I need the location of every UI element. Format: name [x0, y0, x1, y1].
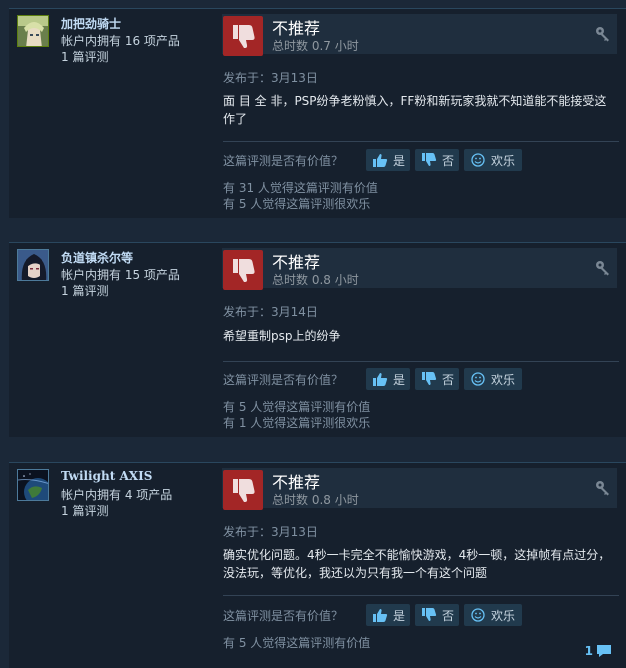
playtime-hours: 总时数 0.8 小时	[272, 273, 359, 287]
persona-name[interactable]: 加把劲骑士	[61, 15, 121, 32]
helpful-question: 这篇评测是否有价值？	[223, 609, 344, 623]
review-text: 面 目 全 非，PSP纷争老粉慎入，FF粉和新玩家我就不知道能不能接受这作了	[223, 94, 607, 126]
posted-date: 发布于：3月13日	[223, 71, 318, 85]
vote-no-button[interactable]: 否	[415, 604, 459, 626]
vote-funny-label: 欢乐	[491, 372, 516, 387]
vote-yes-button[interactable]: 是	[366, 604, 410, 626]
vote-header: 不推荐 总时数 0.7 小时	[222, 14, 617, 56]
vote-no-label: 否	[442, 153, 455, 168]
thumbs-down-icon	[422, 608, 437, 621]
key-icon	[596, 261, 609, 276]
funny-stat: 有 5 人觉得这篇评测很欢乐	[223, 197, 371, 211]
playtime-hours: 总时数 0.7 小时	[272, 39, 359, 53]
vote-yes-label: 是	[393, 153, 406, 168]
vote-yes-label: 是	[393, 608, 406, 623]
verdict-title[interactable]: 不推荐	[272, 249, 320, 273]
thumbs-up-icon	[373, 609, 388, 622]
dark-hair-character-avatar-icon	[18, 250, 48, 280]
key-icon	[596, 27, 609, 42]
products-owned[interactable]: 帐户内拥有 4 项产品	[61, 486, 172, 503]
products-owned[interactable]: 帐户内拥有 16 项产品	[61, 32, 180, 49]
review-count[interactable]: 1 篇评测	[61, 282, 108, 299]
products-owned[interactable]: 帐户内拥有 15 项产品	[61, 266, 180, 283]
review-count[interactable]: 1 篇评测	[61, 502, 108, 519]
helpful-stat: 有 31 人觉得这篇评测有价值	[223, 181, 378, 195]
vote-funny-button[interactable]: 欢乐	[464, 368, 522, 390]
thumbs-down-icon	[422, 372, 437, 385]
divider	[223, 141, 619, 142]
vote-no-label: 否	[442, 608, 455, 623]
review-count[interactable]: 1 篇评测	[61, 48, 108, 65]
smiley-icon	[471, 372, 485, 386]
vote-yes-label: 是	[393, 372, 406, 387]
avatar[interactable]	[17, 469, 49, 501]
vote-funny-button[interactable]: 欢乐	[464, 149, 522, 171]
persona-name[interactable]: Twilight AXIS	[61, 469, 152, 483]
funny-stat: 有 1 人觉得这篇评测很欢乐	[223, 416, 371, 430]
anime-knight-avatar-icon	[18, 16, 48, 46]
avatar[interactable]	[17, 15, 49, 47]
speech-bubble-icon	[597, 645, 611, 657]
review-card: Twilight AXIS 帐户内拥有 4 项产品 1 篇评测 不推荐 总时数 …	[9, 462, 626, 668]
vote-funny-label: 欢乐	[491, 153, 516, 168]
divider	[223, 361, 619, 362]
vote-header: 不推荐 总时数 0.8 小时	[222, 248, 617, 290]
review-text: 确实优化问题。4秒一卡完全不能愉快游戏，4秒一顿，这掉帧有点过分，没法玩，等优化…	[223, 548, 611, 580]
thumbs-down-icon	[223, 16, 263, 56]
earth-space-avatar-icon	[18, 470, 48, 500]
helpful-question: 这篇评测是否有价值？	[223, 373, 344, 387]
review-card: 负道镇杀尔等 帐户内拥有 15 项产品 1 篇评测 不推荐 总时数 0.8 小时…	[9, 242, 626, 437]
vote-no-label: 否	[442, 372, 455, 387]
smiley-icon	[471, 608, 485, 622]
thumbs-down-icon	[223, 470, 263, 510]
divider	[223, 595, 619, 596]
persona-name[interactable]: 负道镇杀尔等	[61, 249, 133, 266]
helpful-question: 这篇评测是否有价值？	[223, 154, 344, 168]
comment-count-link[interactable]: 1	[585, 644, 612, 658]
key-icon	[596, 481, 609, 496]
vote-funny-button[interactable]: 欢乐	[464, 604, 522, 626]
vote-no-button[interactable]: 否	[415, 149, 459, 171]
smiley-icon	[471, 153, 485, 167]
helpful-stat: 有 5 人觉得这篇评测有价值	[223, 400, 371, 414]
vote-no-button[interactable]: 否	[415, 368, 459, 390]
thumbs-down-icon	[422, 153, 437, 166]
vote-funny-label: 欢乐	[491, 608, 516, 623]
verdict-title[interactable]: 不推荐	[272, 15, 320, 39]
vote-yes-button[interactable]: 是	[366, 368, 410, 390]
comment-count: 1	[584, 644, 593, 658]
vote-header: 不推荐 总时数 0.8 小时	[222, 468, 617, 510]
posted-date: 发布于：3月14日	[223, 305, 318, 319]
helpful-stat: 有 5 人觉得这篇评测有价值	[223, 636, 371, 650]
thumbs-up-icon	[373, 373, 388, 386]
verdict-title[interactable]: 不推荐	[272, 469, 320, 493]
review-text: 希望重制psp上的纷争	[223, 329, 341, 343]
vote-yes-button[interactable]: 是	[366, 149, 410, 171]
thumbs-down-icon	[223, 250, 263, 290]
review-card: 加把劲骑士 帐户内拥有 16 项产品 1 篇评测 不推荐 总时数 0.7 小时 …	[9, 8, 626, 218]
playtime-hours: 总时数 0.8 小时	[272, 493, 359, 507]
avatar[interactable]	[17, 249, 49, 281]
thumbs-up-icon	[373, 154, 388, 167]
posted-date: 发布于：3月13日	[223, 525, 318, 539]
